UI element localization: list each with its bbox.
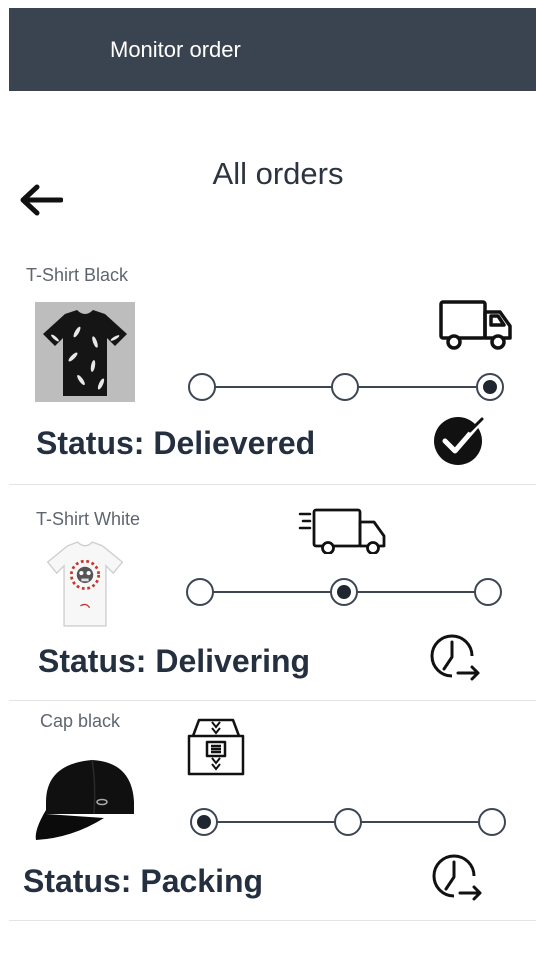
order-status: Status: Delievered	[36, 425, 316, 461]
order-status: Status: Packing	[23, 863, 264, 899]
divider	[9, 484, 536, 485]
product-image	[35, 759, 134, 840]
progress-step-3	[474, 578, 502, 606]
divider	[9, 700, 536, 701]
progress-step-1-active	[190, 808, 218, 836]
clock-arrow-icon	[430, 634, 480, 681]
progress-step-1	[188, 373, 216, 401]
order-status: Status: Delivering	[38, 643, 311, 679]
product-name: T-Shirt Black	[26, 265, 129, 285]
progress-tracker	[186, 578, 502, 606]
product-name: Cap black	[40, 711, 121, 731]
truck-icon	[439, 300, 512, 350]
product-name: T-Shirt White	[36, 509, 141, 529]
product-image	[44, 538, 126, 630]
page-title: All orders	[212, 156, 344, 191]
progress-step-3-active	[476, 373, 504, 401]
header-title: Monitor order	[110, 37, 241, 62]
progress-step-2	[334, 808, 362, 836]
progress-tracker	[188, 373, 506, 401]
progress-step-1	[186, 578, 214, 606]
progress-step-3	[478, 808, 506, 836]
clock-arrow-icon	[432, 854, 482, 901]
divider	[9, 920, 536, 921]
progress-step-2-active	[330, 578, 358, 606]
fast-truck-icon	[298, 508, 386, 554]
app-header: Monitor order	[9, 8, 536, 91]
progress-tracker	[190, 808, 506, 836]
package-box-icon	[187, 718, 245, 776]
product-image	[35, 302, 135, 402]
check-circle-icon	[434, 417, 484, 465]
progress-step-2	[331, 373, 359, 401]
